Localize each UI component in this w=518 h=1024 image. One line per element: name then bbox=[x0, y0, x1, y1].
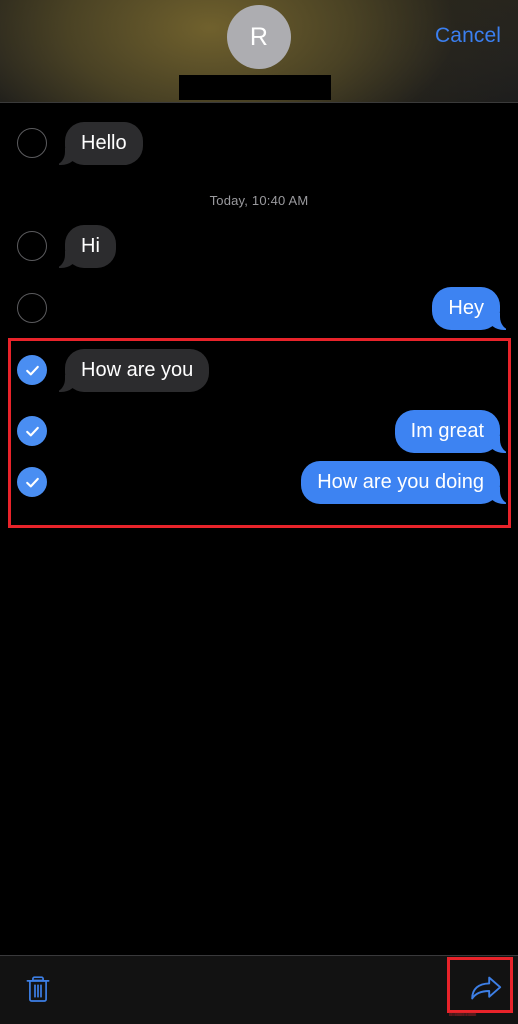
bubble-container: How are you bbox=[53, 348, 500, 392]
message-row[interactable]: How are you doing bbox=[0, 459, 518, 505]
message-list[interactable]: Hello Hi Hey How are you Im great How are you… bbox=[0, 103, 518, 955]
incoming-message-bubble[interactable]: Hi bbox=[54, 224, 116, 268]
incoming-message-bubble[interactable]: Hello bbox=[54, 121, 143, 165]
forward-button[interactable] bbox=[463, 968, 509, 1012]
outgoing-message-bubble[interactable]: Im great bbox=[394, 409, 512, 453]
message-row[interactable]: Hello bbox=[0, 120, 518, 166]
bubble-container: Hi bbox=[54, 224, 500, 268]
message-checkbox-unchecked[interactable] bbox=[17, 231, 47, 261]
conversation-header: R Cancel bbox=[0, 0, 518, 103]
bubble-container: Hey bbox=[65, 286, 511, 330]
message-checkbox-unchecked[interactable] bbox=[17, 128, 47, 158]
message-row[interactable]: Hey bbox=[0, 285, 518, 331]
bubble-container: Hello bbox=[54, 121, 500, 165]
message-checkbox-unchecked[interactable] bbox=[17, 293, 47, 323]
outgoing-message-bubble[interactable]: How are you doing bbox=[301, 460, 511, 504]
message-row[interactable]: Hi bbox=[0, 223, 518, 269]
message-checkbox-checked[interactable] bbox=[17, 416, 47, 446]
outgoing-message-bubble[interactable]: Hey bbox=[432, 286, 511, 330]
avatar-initial: R bbox=[249, 22, 269, 51]
message-checkbox-checked[interactable] bbox=[17, 355, 47, 385]
cancel-button[interactable]: Cancel bbox=[435, 24, 501, 48]
bubble-container: Im great bbox=[65, 409, 512, 453]
bubble-container: How are you doing bbox=[65, 460, 511, 504]
bottom-toolbar bbox=[0, 955, 518, 1024]
conversation-timestamp: Today, 10:40 AM bbox=[209, 193, 309, 208]
contact-name-redaction-bar bbox=[179, 75, 331, 100]
message-row[interactable]: Im great bbox=[0, 408, 518, 454]
messages-selection-screen: R Cancel Hello Hi Hey How are you Im great Ho… bbox=[0, 0, 518, 1024]
avatar[interactable]: R bbox=[227, 5, 291, 69]
message-checkbox-checked[interactable] bbox=[17, 467, 47, 497]
trash-icon bbox=[25, 974, 51, 1007]
message-row[interactable]: How are you bbox=[0, 347, 518, 393]
delete-button[interactable] bbox=[15, 968, 61, 1012]
incoming-message-bubble[interactable]: How are you bbox=[53, 348, 210, 392]
forward-icon bbox=[469, 974, 503, 1007]
